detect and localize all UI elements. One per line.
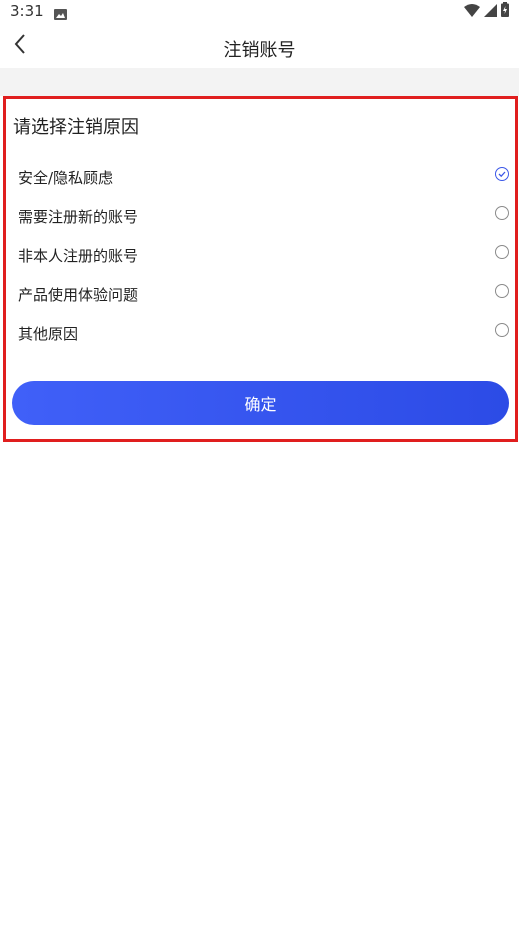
wifi-icon [464, 2, 480, 21]
reason-option-security[interactable]: 安全/隐私顾虑 [6, 157, 515, 196]
panel-heading: 请选择注销原因 [13, 117, 139, 138]
gallery-icon [54, 5, 67, 20]
reason-label: 产品使用体验问题 [18, 286, 139, 304]
section-divider [0, 68, 519, 96]
reason-label: 非本人注册的账号 [18, 247, 139, 265]
reason-list: 安全/隐私顾虑 需要注册新的账号 非本人注册的账号 产品使用体验问题 其他原因 [6, 157, 515, 352]
radio-unchecked-icon[interactable] [495, 245, 509, 259]
status-bar: 3:31 [0, 0, 519, 24]
reason-panel: 请选择注销原因 安全/隐私顾虑 需要注册新的账号 非本人注册的账号 产品使用体验… [3, 96, 518, 442]
status-icons [464, 1, 509, 21]
battery-charging-icon [501, 1, 509, 21]
radio-checked-icon[interactable] [495, 167, 509, 181]
reason-option-other[interactable]: 其他原因 [6, 313, 515, 352]
page-title: 注销账号 [223, 40, 296, 61]
status-time: 3:31 [10, 2, 44, 20]
radio-unchecked-icon[interactable] [495, 284, 509, 298]
app-header: 注销账号 [0, 24, 519, 68]
reason-option-not-owner[interactable]: 非本人注册的账号 [6, 235, 515, 274]
confirm-button[interactable]: 确定 [12, 381, 509, 425]
radio-unchecked-icon[interactable] [495, 206, 509, 220]
radio-unchecked-icon[interactable] [495, 323, 509, 337]
reason-label: 其他原因 [18, 325, 79, 343]
screen: 3:31 注销账号 请选择注销原因 安全/隐私顾虑 需要注册新的账号 非本人注册… [0, 0, 519, 930]
signal-icon [484, 2, 497, 21]
reason-label: 安全/隐私顾虑 [18, 169, 114, 187]
reason-option-new-account[interactable]: 需要注册新的账号 [6, 196, 515, 235]
reason-option-experience[interactable]: 产品使用体验问题 [6, 274, 515, 313]
reason-label: 需要注册新的账号 [18, 208, 139, 226]
